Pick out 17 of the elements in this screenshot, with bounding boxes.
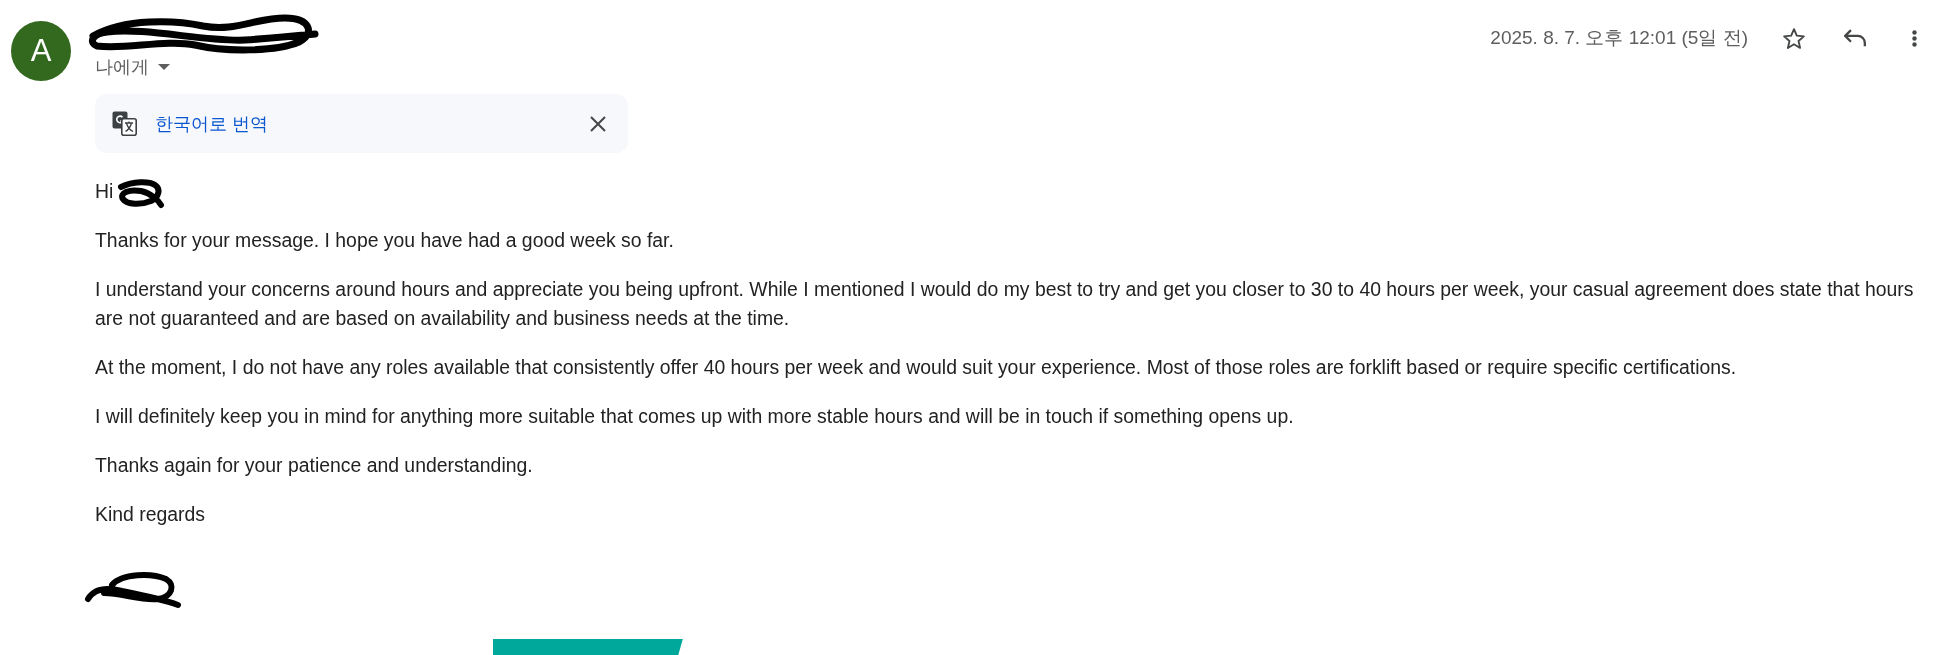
translate-link[interactable]: 한국어로 번역 — [155, 111, 268, 136]
body-paragraph: At the moment, I do not have any roles available that consistently offer 40 hours per week and would suit your experience. Most of those roles are forklift based or require specific certifications. — [95, 354, 1738, 380]
reply-icon[interactable] — [1844, 28, 1866, 48]
close-icon[interactable] — [590, 115, 606, 132]
body-paragraph: Thanks for your message. I hope you have had a good week so far. — [95, 227, 675, 253]
translate-icon — [112, 111, 137, 136]
date-text: 2025. 8. 7. 오후 12:01 (5일 전) — [1490, 27, 1748, 49]
body-paragraph: I will definitely keep you in mind for anything more suitable that comes up with more stable hours and will be in touch if something opens up. — [95, 403, 1295, 429]
body-paragraph: Thanks again for your patience and understanding. — [95, 452, 534, 478]
body-paragraph: Kind regards — [95, 501, 206, 527]
body-paragraph: I understand your concerns around hours and appreciate you being upfront. While I mentioned I would do my best to try and get you closer to 30 to 40 hours per week, your casual agreement does state that hours are not guaranteed and are based on availability and business needs at the time. — [95, 276, 1915, 331]
more-icon[interactable] — [1912, 29, 1917, 47]
caret-icon[interactable] — [158, 64, 170, 70]
recipient-label: 나에게 — [95, 56, 149, 78]
sender-avatar: A — [11, 21, 71, 81]
star-icon[interactable] — [1783, 27, 1805, 49]
greeting-text: Hi — [95, 178, 114, 204]
